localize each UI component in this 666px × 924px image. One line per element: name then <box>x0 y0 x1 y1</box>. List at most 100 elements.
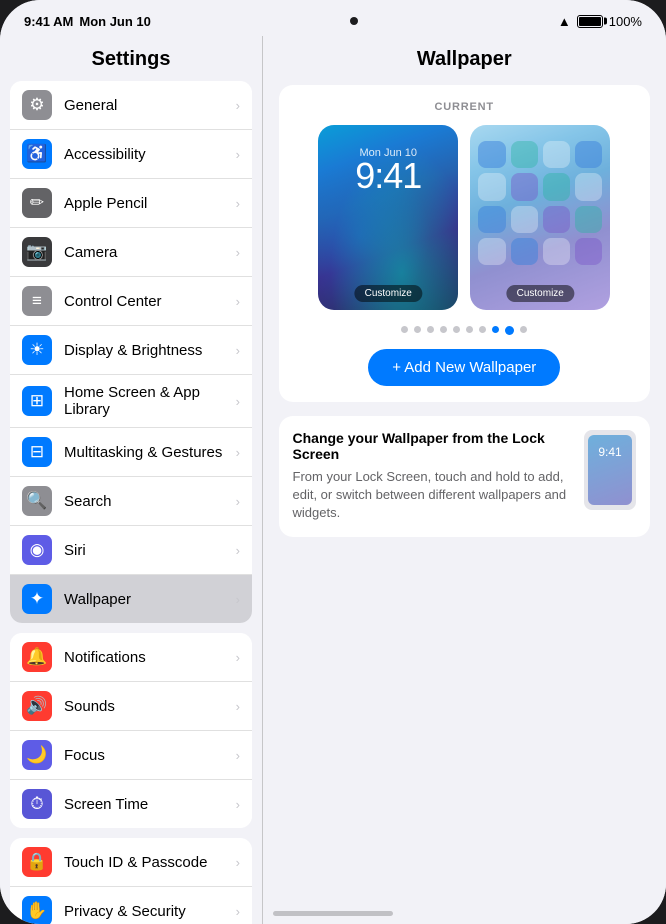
lock-customize-btn[interactable]: Customize <box>355 285 422 302</box>
notifications-chevron: › <box>236 650 240 665</box>
battery-percent: 100% <box>609 14 642 29</box>
wallpaper-section: CURRENT Mon Jun 10 9:41 Customize <box>279 85 651 402</box>
focus-chevron: › <box>236 748 240 763</box>
panel-title: Wallpaper <box>279 36 651 85</box>
app-icon-14 <box>511 238 538 265</box>
privacy-icon: ✋ <box>22 896 52 924</box>
sidebar-item-accessibility[interactable]: ♿ Accessibility › <box>10 130 252 179</box>
pagination-dots <box>295 326 635 335</box>
sidebar-item-home-screen[interactable]: ⊞ Home Screen & App Library› <box>10 375 252 428</box>
control-center-icon: ≡ <box>22 286 52 316</box>
display-chevron: › <box>236 343 240 358</box>
search-chevron: › <box>236 494 240 509</box>
sidebar-item-display[interactable]: ☀Display & Brightness› <box>10 326 252 375</box>
pagination-dot-2[interactable] <box>427 326 434 333</box>
home-customize-btn[interactable]: Customize <box>507 285 574 302</box>
multitasking-icon: ⊟ <box>22 437 52 467</box>
search-label: Search <box>64 493 112 510</box>
apple-pencil-label: Apple Pencil <box>64 195 147 212</box>
add-wallpaper-button[interactable]: + Add New Wallpaper <box>368 349 560 386</box>
sidebar-item-multitasking[interactable]: ⊟ Multitasking & Gestures › <box>10 428 252 477</box>
sidebar-item-siri[interactable]: ◉Siri› <box>10 526 252 575</box>
home-screen-preview[interactable]: Customize <box>470 125 610 310</box>
sidebar-item-sounds[interactable]: 🔊Sounds› <box>10 682 252 731</box>
right-panel[interactable]: Wallpaper CURRENT Mon Jun 10 9:41 Custom… <box>263 36 666 924</box>
wifi-icon: ▲ <box>558 14 571 29</box>
home-screen-chevron: › <box>236 394 240 409</box>
display-label: Display & Brightness <box>64 342 202 359</box>
touchid-label: Touch ID & Passcode <box>64 854 207 871</box>
pagination-dot-6[interactable] <box>479 326 486 333</box>
screen-time-label: Screen Time <box>64 796 148 813</box>
sidebar-item-apple-pencil[interactable]: ✏Apple Pencil› <box>10 179 252 228</box>
screen-time-chevron: › <box>236 797 240 812</box>
siri-chevron: › <box>236 543 240 558</box>
app-icon-10 <box>511 206 538 233</box>
sidebar-item-screen-time[interactable]: ⏱ Screen Time › <box>10 780 252 828</box>
sidebar-item-control-center[interactable]: ≡Control Center› <box>10 277 252 326</box>
app-icon-15 <box>543 238 570 265</box>
general-icon: ⚙ <box>22 90 52 120</box>
sidebar-item-notifications[interactable]: 🔔 Notifications › <box>10 633 252 682</box>
touchid-chevron: › <box>236 855 240 870</box>
settings-group-group1: ⚙General› ♿ Accessibility › ✏ Apple Pencil › 📷C… <box>10 81 252 623</box>
pagination-dot-1[interactable] <box>414 326 421 333</box>
sidebar-item-privacy[interactable]: ✋ Privacy & Security › <box>10 887 252 924</box>
touchid-icon: 🔒 <box>22 847 52 877</box>
multitasking-label: Multitasking & Gestures <box>64 444 222 461</box>
home-screen-label: Home Screen & App Library <box>64 384 236 418</box>
accessibility-chevron: › <box>236 147 240 162</box>
pagination-dot-9[interactable] <box>520 326 527 333</box>
wallpaper-previews: Mon Jun 10 9:41 Customize <box>295 125 635 310</box>
app-icon-2 <box>511 141 538 168</box>
notifications-label: Notifications <box>64 649 146 666</box>
lock-time: 9:41 <box>318 155 458 197</box>
pagination-dot-0[interactable] <box>401 326 408 333</box>
sidebar-list[interactable]: ⚙General› ♿ Accessibility › ✏ Apple Pencil › 📷C… <box>0 81 262 924</box>
battery-fill <box>579 17 601 26</box>
focus-icon: 🌙 <box>22 740 52 770</box>
app-icon-5 <box>478 173 505 200</box>
app-icon-1 <box>478 141 505 168</box>
pagination-dot-5[interactable] <box>466 326 473 333</box>
ipad-frame: 9:41 AM Mon Jun 10 ▲ 100% Settings ⚙Gene… <box>0 0 666 924</box>
privacy-label: Privacy & Security <box>64 903 186 920</box>
notifications-icon: 🔔 <box>22 642 52 672</box>
app-icon-4 <box>575 141 602 168</box>
sidebar-item-camera[interactable]: 📷Camera› <box>10 228 252 277</box>
accessibility-label: Accessibility <box>64 146 146 163</box>
time: 9:41 AM <box>24 14 73 29</box>
pagination-dot-8[interactable] <box>505 326 514 335</box>
mini-device-screen: 9:41 <box>588 435 632 505</box>
home-screen-icon: ⊞ <box>22 386 52 416</box>
app-icon-16 <box>575 238 602 265</box>
sidebar-item-search[interactable]: 🔍 Search › <box>10 477 252 526</box>
sidebar-item-touchid[interactable]: 🔒 Touch ID & Passcode › <box>10 838 252 887</box>
lock-screen-preview[interactable]: Mon Jun 10 9:41 Customize <box>318 125 458 310</box>
camera-icon: 📷 <box>22 237 52 267</box>
sidebar-item-general[interactable]: ⚙General› <box>10 81 252 130</box>
wallpaper-chevron: › <box>236 592 240 607</box>
pagination-dot-4[interactable] <box>453 326 460 333</box>
privacy-chevron: › <box>236 904 240 919</box>
status-left: 9:41 AM Mon Jun 10 <box>24 14 151 29</box>
pagination-dot-7[interactable] <box>492 326 499 333</box>
top-dot <box>350 17 358 25</box>
info-section: Change your Wallpaper from the Lock Scre… <box>279 416 651 537</box>
info-desc: From your Lock Screen, touch and hold to… <box>293 468 571 523</box>
search-icon: 🔍 <box>22 486 52 516</box>
multitasking-chevron: › <box>236 445 240 460</box>
current-label: CURRENT <box>295 101 635 113</box>
sidebar-item-wallpaper[interactable]: ✦Wallpaper› <box>10 575 252 623</box>
pagination-dot-3[interactable] <box>440 326 447 333</box>
battery-icon <box>577 15 603 28</box>
general-chevron: › <box>236 98 240 113</box>
accessibility-icon: ♿ <box>22 139 52 169</box>
apple-pencil-icon: ✏ <box>22 188 52 218</box>
sidebar: Settings ⚙General›♿Accessibility›✏Apple … <box>0 36 262 924</box>
sidebar-item-focus[interactable]: 🌙Focus› <box>10 731 252 780</box>
home-indicator <box>273 911 393 916</box>
settings-group-group3: 🔒 Touch ID & Passcode › ✋ Privacy & Security… <box>10 838 252 924</box>
screen-time-icon: ⏱ <box>22 789 52 819</box>
info-title: Change your Wallpaper from the Lock Scre… <box>293 430 571 462</box>
